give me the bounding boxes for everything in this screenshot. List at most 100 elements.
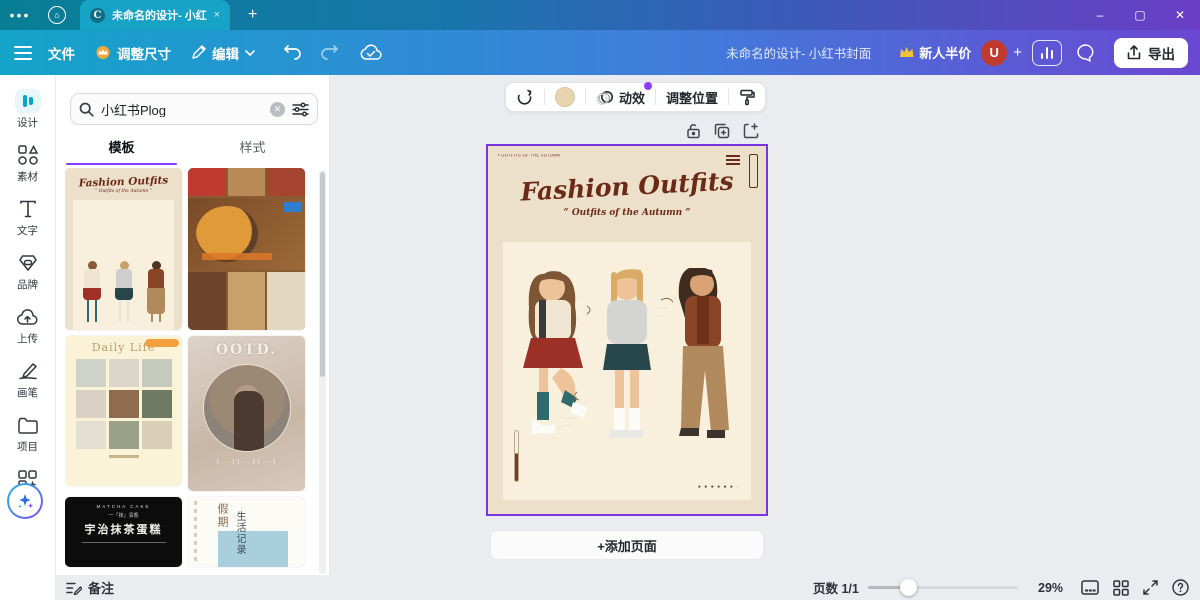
undo-button[interactable] bbox=[279, 40, 307, 66]
template-card-daily-life[interactable]: Daily Life bbox=[65, 336, 182, 486]
template-subtitle: “ Outfits of the Autumn ” bbox=[65, 189, 182, 194]
position-button[interactable]: 调整位置 bbox=[666, 88, 718, 107]
template-card-fashion-outfits[interactable]: Fashion Outfits “ Outfits of the Autumn … bbox=[65, 168, 182, 330]
tab-styles[interactable]: 样式 bbox=[187, 133, 318, 163]
template-card-matcha-cake[interactable]: MATCHA CAKE 一「抹」清香 宇治抹茶蛋糕 bbox=[65, 497, 182, 567]
sparkle-icon bbox=[16, 492, 34, 510]
window-maximize-button[interactable]: ▢ bbox=[1120, 8, 1160, 22]
template-title: Fashion Outfits bbox=[65, 174, 182, 190]
resize-label: 调整尺寸 bbox=[117, 43, 171, 63]
photo-cell bbox=[188, 198, 305, 270]
comments-icon[interactable] bbox=[1072, 40, 1100, 66]
sidebar-item-projects[interactable]: 项目 bbox=[2, 407, 54, 461]
add-member-button[interactable]: + bbox=[1013, 44, 1022, 61]
sidebar-item-label: 素材 bbox=[17, 169, 38, 184]
new-tab-button[interactable]: + bbox=[248, 6, 257, 24]
context-toolbar: 动效 调整位置 bbox=[505, 82, 766, 112]
redo-button[interactable] bbox=[315, 40, 343, 66]
sidebar-item-uploads[interactable]: 上传 bbox=[2, 299, 54, 353]
magic-swap-button[interactable] bbox=[516, 89, 534, 105]
poster-dots: ● ● ● ● ● ● · bbox=[698, 484, 739, 490]
paint-roller-icon[interactable] bbox=[739, 89, 755, 106]
filter-sliders-icon[interactable] bbox=[292, 102, 309, 117]
sidebar-item-label: 项目 bbox=[17, 439, 38, 454]
export-button[interactable]: 导出 bbox=[1114, 38, 1188, 68]
add-page-button[interactable]: +添加页面 bbox=[490, 530, 764, 560]
sidebar-item-label: 上传 bbox=[17, 331, 38, 346]
divider bbox=[728, 89, 729, 105]
poster-annotation: ········· bbox=[565, 417, 576, 430]
zoom-slider-thumb[interactable] bbox=[900, 579, 917, 596]
figure bbox=[113, 261, 135, 322]
tab-templates[interactable]: 模板 bbox=[56, 133, 187, 163]
search-icon bbox=[79, 102, 94, 117]
photo-grid bbox=[76, 359, 172, 449]
cloud-saved-icon[interactable] bbox=[357, 40, 385, 66]
templates-panel: ✕ 模板 样式 Fashion Outfits “ Outfits of the… bbox=[56, 75, 330, 575]
edit-menu-button[interactable]: 编辑 bbox=[181, 37, 265, 69]
sidebar-item-draw[interactable]: 画笔 bbox=[2, 353, 54, 407]
document-title[interactable]: 未命名的设计- 小红书封面 bbox=[726, 43, 871, 62]
account-menu[interactable]: U + bbox=[981, 40, 1022, 66]
poster-tagline: • OUTFITS OF THE AUTUMN bbox=[498, 154, 560, 158]
avatar[interactable]: U bbox=[981, 40, 1007, 66]
animate-button[interactable]: 动效 bbox=[596, 88, 645, 107]
duplicate-page-icon[interactable] bbox=[714, 123, 730, 139]
canva-logo-icon: C bbox=[90, 8, 105, 23]
sidebar-item-elements[interactable]: 素材 bbox=[2, 137, 54, 191]
notes-label: 备注 bbox=[88, 578, 114, 597]
search-box[interactable]: ✕ bbox=[70, 93, 318, 125]
window-close-button[interactable]: ✕ bbox=[1160, 8, 1200, 22]
window-minimize-button[interactable]: – bbox=[1080, 8, 1120, 22]
chevron-down-icon bbox=[245, 50, 255, 56]
notes-icon bbox=[66, 581, 82, 595]
hamburger-menu-icon[interactable] bbox=[14, 46, 32, 60]
pages-strip-view-icon[interactable] bbox=[1081, 580, 1099, 595]
document-tab[interactable]: C 未命名的设计- 小红... × bbox=[80, 0, 230, 30]
poster-annotation: ········ bbox=[657, 307, 668, 320]
poster-subtitle: “ Outfits of the Autumn ” bbox=[488, 208, 766, 218]
file-menu-label: 文件 bbox=[48, 43, 75, 63]
fashion-models-illustration bbox=[503, 242, 751, 500]
overflow-menu-icon[interactable]: ••• bbox=[0, 7, 40, 23]
template-card-ootd[interactable]: OOTD. ( ··· ) ( ··· ) ( ··· ) bbox=[188, 336, 305, 491]
search-input[interactable] bbox=[101, 102, 263, 117]
tab-close-icon[interactable]: × bbox=[214, 9, 220, 21]
insights-chart-icon[interactable] bbox=[1032, 40, 1062, 66]
clear-search-icon[interactable]: ✕ bbox=[270, 102, 285, 117]
design-icon bbox=[15, 90, 41, 112]
figure bbox=[145, 261, 167, 322]
home-tab[interactable]: ⌂ bbox=[40, 0, 74, 30]
decorative-bar bbox=[514, 430, 519, 482]
file-menu-button[interactable]: 文件 bbox=[38, 37, 85, 69]
help-icon[interactable] bbox=[1172, 579, 1189, 596]
design-page[interactable]: • OUTFITS OF THE AUTUMN Fashion Outfits … bbox=[488, 146, 766, 514]
panel-tabs: 模板 样式 bbox=[56, 133, 318, 163]
scrollbar-thumb[interactable] bbox=[320, 172, 325, 377]
add-page-icon[interactable] bbox=[743, 123, 759, 139]
notes-button[interactable]: 备注 bbox=[66, 578, 114, 597]
promo-button[interactable]: 新人半价 bbox=[899, 43, 971, 62]
sidebar-item-text[interactable]: 文字 bbox=[2, 191, 54, 245]
resize-button[interactable]: 调整尺寸 bbox=[85, 37, 181, 69]
crown-icon bbox=[95, 46, 111, 59]
photo-cell bbox=[188, 168, 226, 196]
fullscreen-icon[interactable] bbox=[1143, 580, 1158, 595]
food-tag bbox=[284, 202, 302, 212]
lock-icon[interactable] bbox=[686, 123, 701, 139]
canva-badge bbox=[145, 339, 179, 347]
template-title: 假期 bbox=[214, 503, 230, 529]
sidebar-item-design[interactable]: 设计 bbox=[2, 83, 54, 137]
template-card-holiday-journal[interactable]: 假期 生活记录 bbox=[188, 497, 305, 567]
magic-assistant-button[interactable] bbox=[7, 483, 43, 519]
sidebar-item-brand[interactable]: 品牌 bbox=[2, 245, 54, 299]
template-title: OOTD. bbox=[188, 342, 305, 358]
grid-view-icon[interactable] bbox=[1113, 580, 1129, 596]
background-color-swatch[interactable] bbox=[555, 87, 575, 107]
zoom-slider[interactable] bbox=[868, 586, 1018, 589]
watercolor-block bbox=[218, 531, 288, 567]
template-results-grid: Fashion Outfits “ Outfits of the Autumn … bbox=[65, 168, 313, 575]
sidebar-item-label: 品牌 bbox=[17, 277, 38, 292]
template-card-food-collage[interactable] bbox=[188, 168, 305, 330]
panel-scrollbar[interactable] bbox=[319, 170, 326, 574]
